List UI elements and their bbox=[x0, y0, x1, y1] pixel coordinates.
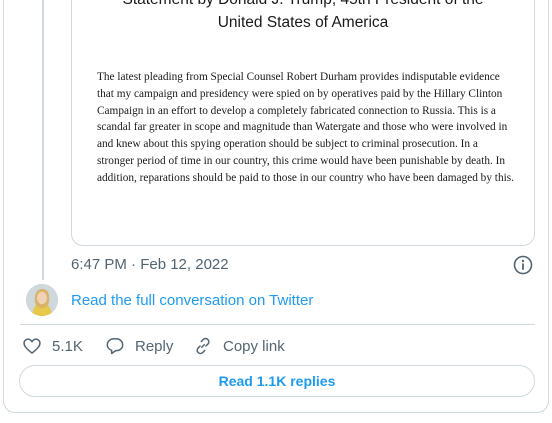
speech-bubble-icon bbox=[106, 338, 124, 355]
thread-line bbox=[42, 0, 44, 280]
like-button[interactable]: 5.1K bbox=[22, 335, 83, 357]
heart-icon bbox=[23, 338, 41, 354]
reply-label: Reply bbox=[135, 337, 174, 355]
like-count: 5.1K bbox=[52, 337, 83, 355]
divider bbox=[20, 324, 535, 325]
copy-link-label: Copy link bbox=[223, 337, 285, 355]
statement-title-line1: Statement by Donald J. Trump, 45th Presi… bbox=[72, 0, 534, 11]
avatar-image bbox=[26, 284, 58, 316]
info-icon[interactable] bbox=[513, 255, 533, 275]
reply-button[interactable]: Reply bbox=[105, 335, 173, 357]
link-icon bbox=[196, 337, 210, 355]
statement-title-line2: United States of America bbox=[217, 14, 389, 31]
statement-title: Statement by Donald J. Trump, 45th Presi… bbox=[72, 0, 534, 34]
tweet-timestamp[interactable]: 6:47 PM · Feb 12, 2022 bbox=[71, 256, 229, 273]
read-replies-button[interactable]: Read 1.1K replies bbox=[19, 365, 535, 397]
statement-body: The latest pleading from Special Counsel… bbox=[97, 71, 514, 184]
conversation-link[interactable]: Read the full conversation on Twitter bbox=[71, 292, 313, 309]
copy-link-button[interactable]: Copy link bbox=[193, 335, 285, 357]
avatar[interactable] bbox=[26, 284, 58, 316]
